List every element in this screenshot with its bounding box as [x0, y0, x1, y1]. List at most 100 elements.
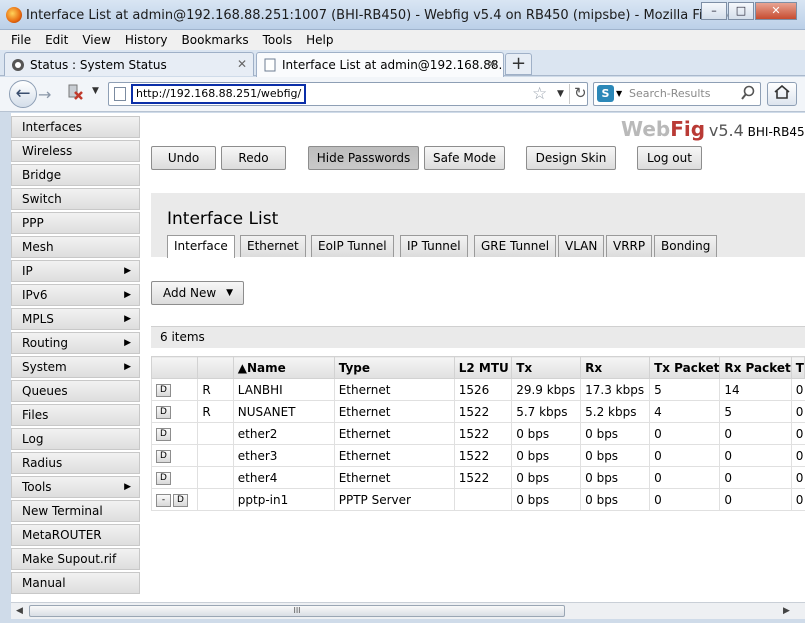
sidebar-item-new-terminal[interactable]: New Terminal: [11, 500, 140, 522]
name-cell[interactable]: LANBHI: [232, 378, 335, 401]
sidebar-item-routing[interactable]: Routing ▶: [11, 332, 140, 354]
history-dropdown-icon[interactable]: ▼: [92, 86, 99, 96]
maximize-button[interactable]: □: [728, 2, 754, 20]
sidebar-item-radius[interactable]: Radius: [11, 452, 140, 474]
tab-vrrp[interactable]: VRRP: [606, 235, 653, 257]
url-dropdown-icon[interactable]: ▼: [557, 89, 564, 99]
sidebar-item-interfaces[interactable]: Interfaces: [11, 116, 140, 138]
column-header-name[interactable]: ▲Name: [232, 356, 335, 379]
search-engine-icon[interactable]: S: [597, 85, 614, 102]
menu-history[interactable]: History: [125, 33, 168, 47]
sidebar-item-system[interactable]: System ▶: [11, 356, 140, 378]
scroll-right-icon[interactable]: ▶: [778, 603, 795, 619]
disable-button[interactable]: D: [173, 493, 188, 507]
undo-button[interactable]: Undo: [151, 146, 216, 170]
stop-icon[interactable]: [66, 83, 84, 101]
disable-button[interactable]: D: [156, 427, 171, 441]
table-row[interactable]: D R LANBHI Ethernet 1526 29.9 kbps 17.3 …: [150, 378, 805, 401]
disable-button[interactable]: D: [156, 383, 171, 397]
sidebar-item-mesh[interactable]: Mesh: [11, 236, 140, 258]
disable-button[interactable]: D: [156, 405, 171, 419]
column-header-actions: [150, 356, 199, 379]
horizontal-scrollbar[interactable]: ◀ III ▶: [11, 602, 805, 619]
reload-icon[interactable]: ↻: [569, 84, 587, 104]
mtu-cell: 1522: [453, 400, 512, 423]
menu-bookmarks[interactable]: Bookmarks: [182, 33, 249, 47]
tab-vlan[interactable]: VLAN: [558, 235, 605, 257]
forward-button[interactable]: →: [38, 85, 51, 104]
menu-view[interactable]: View: [82, 33, 110, 47]
sidebar-item-metarouter[interactable]: MetaROUTER: [11, 524, 140, 546]
menu-file[interactable]: File: [11, 33, 31, 47]
sidebar-item-log[interactable]: Log: [11, 428, 140, 450]
sidebar-item-manual[interactable]: Manual: [11, 572, 140, 594]
sidebar-item-queues[interactable]: Queues: [11, 380, 140, 402]
bookmark-star-icon[interactable]: ☆: [532, 84, 547, 104]
column-header-truncated[interactable]: T: [790, 356, 805, 379]
sidebar-item-tools[interactable]: Tools ▶: [11, 476, 140, 498]
sidebar-item-make-supout[interactable]: Make Supout.rif: [11, 548, 140, 570]
new-tab-button[interactable]: +: [505, 53, 532, 75]
column-header-rx-packet[interactable]: Rx Packet: [719, 356, 792, 379]
sidebar-item-switch[interactable]: Switch: [11, 188, 140, 210]
close-window-button[interactable]: ✕: [755, 2, 797, 20]
search-input[interactable]: Search-Results: [629, 87, 710, 100]
name-cell[interactable]: ether3: [232, 444, 335, 467]
table-row[interactable]: D ether2 Ethernet 1522 0 bps 0 bps 0 0 0: [150, 422, 805, 445]
table-row[interactable]: D R NUSANET Ethernet 1522 5.7 kbps 5.2 k…: [150, 400, 805, 423]
safe-mode-button[interactable]: Safe Mode: [424, 146, 505, 170]
name-cell[interactable]: ether4: [232, 466, 335, 489]
tab-ip-tunnel[interactable]: IP Tunnel: [400, 235, 468, 257]
menu-tools[interactable]: Tools: [263, 33, 293, 47]
column-header-tx-packet[interactable]: Tx Packet: [649, 356, 721, 379]
column-header-l2-mtu[interactable]: L2 MTU: [453, 356, 513, 379]
tab-interface-list[interactable]: Interface List at admin@192.168.88.251:.…: [256, 52, 504, 77]
url-bar[interactable]: http://192.168.88.251/webfig/ ☆ ▼ ↻: [108, 82, 588, 106]
design-skin-button[interactable]: Design Skin: [526, 146, 616, 170]
disable-button[interactable]: D: [156, 471, 171, 485]
scrollbar-thumb[interactable]: III: [29, 605, 565, 617]
tx-packet-cell: 5: [649, 378, 720, 401]
tab-system-status[interactable]: Status : System Status ✕: [4, 52, 254, 76]
name-cell[interactable]: pptp-in1: [232, 488, 335, 511]
tab-ethernet[interactable]: Ethernet: [240, 235, 306, 257]
search-icon[interactable]: [740, 85, 756, 101]
remove-button[interactable]: -: [156, 493, 171, 507]
menu-help[interactable]: Help: [306, 33, 333, 47]
tab-gre-tunnel[interactable]: GRE Tunnel: [474, 235, 557, 257]
logout-button[interactable]: Log out: [637, 146, 702, 170]
table-row[interactable]: D ether4 Ethernet 1522 0 bps 0 bps 0 0 0: [150, 466, 805, 489]
disable-button[interactable]: D: [156, 449, 171, 463]
scroll-left-icon[interactable]: ◀: [11, 603, 28, 619]
column-header-rx[interactable]: Rx: [580, 356, 651, 379]
tab-eoip-tunnel[interactable]: EoIP Tunnel: [311, 235, 394, 257]
url-text[interactable]: http://192.168.88.251/webfig/: [131, 84, 307, 104]
tab-bonding[interactable]: Bonding: [654, 235, 718, 257]
redo-button[interactable]: Redo: [221, 146, 286, 170]
table-row[interactable]: D ether3 Ethernet 1522 0 bps 0 bps 0 0 0: [150, 444, 805, 467]
back-button[interactable]: ←: [9, 80, 37, 108]
column-header-tx[interactable]: Tx: [511, 356, 582, 379]
table-row[interactable]: -D pptp-in1 PPTP Server 0 bps 0 bps 0 0 …: [150, 488, 805, 511]
search-engine-dropdown-icon[interactable]: ▼: [616, 89, 622, 98]
add-new-button[interactable]: Add New ▼: [151, 281, 244, 305]
sidebar-item-files[interactable]: Files: [11, 404, 140, 426]
search-bar[interactable]: S ▼ Search-Results: [593, 82, 761, 106]
tab-close-icon[interactable]: ✕: [237, 57, 247, 71]
sidebar-item-wireless[interactable]: Wireless: [11, 140, 140, 162]
tab-close-icon[interactable]: ✕: [487, 57, 497, 71]
name-cell[interactable]: NUSANET: [232, 400, 335, 423]
hide-passwords-button[interactable]: Hide Passwords: [308, 146, 419, 170]
column-header-type[interactable]: Type: [333, 356, 455, 379]
sidebar-item-ipv6[interactable]: IPv6 ▶: [11, 284, 140, 306]
sidebar-item-ip[interactable]: IP ▶: [11, 260, 140, 282]
tab-interface[interactable]: Interface: [167, 235, 235, 258]
home-button[interactable]: [767, 82, 797, 106]
menu-edit[interactable]: Edit: [45, 33, 68, 47]
name-cell[interactable]: ether2: [232, 422, 335, 445]
minimize-button[interactable]: –: [701, 2, 727, 20]
sidebar-item-ppp[interactable]: PPP: [11, 212, 140, 234]
sidebar-item-mpls[interactable]: MPLS ▶: [11, 308, 140, 330]
page-identity-icon[interactable]: [114, 87, 126, 101]
sidebar-item-bridge[interactable]: Bridge: [11, 164, 140, 186]
